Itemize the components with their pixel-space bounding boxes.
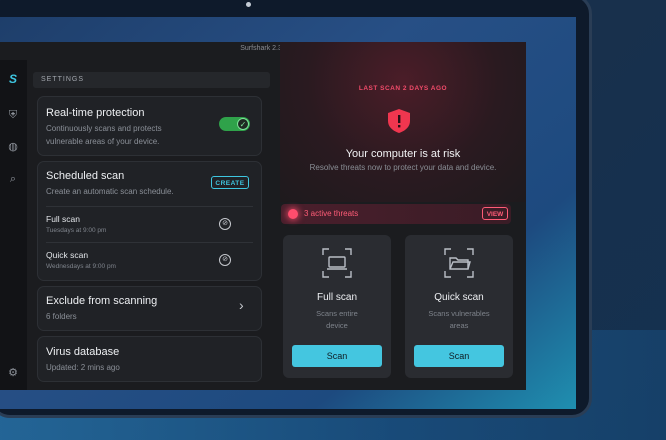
chevron-right-icon: › (239, 297, 244, 313)
risk-status-panel: LAST SCAN 2 DAYS AGO Your computer is at… (280, 42, 526, 202)
realtime-protection-card: Real-time protection Continuously scans … (37, 96, 262, 156)
scheduled-title: Scheduled scan (46, 170, 125, 182)
threat-indicator-icon (288, 209, 298, 219)
database-title: Virus database (46, 346, 120, 358)
camera-dot (246, 2, 251, 7)
edit-full-scan-icon[interactable]: ⊘ (219, 218, 231, 230)
view-threats-button[interactable]: VIEW (482, 207, 508, 220)
quick-scan-card: Quick scan Scans vulnerables areas Scan (405, 235, 513, 378)
full-scan-desc-line2: device (326, 321, 348, 330)
antivirus-nav-icon[interactable]: ◍ (6, 140, 20, 154)
settings-gear-icon[interactable]: ⚙ (6, 366, 20, 380)
risk-subtitle: Resolve threats now to protect your data… (309, 163, 497, 172)
full-scan-title: Full scan (316, 292, 357, 303)
laptop-scan-icon (322, 248, 352, 278)
active-threats-label: 3 active threats (304, 209, 359, 218)
realtime-toggle[interactable]: ✓ (219, 117, 250, 131)
active-threats-bar: 3 active threats VIEW (281, 204, 511, 224)
settings-header: SETTINGS (33, 72, 270, 88)
realtime-title: Real-time protection (46, 107, 145, 119)
edit-quick-scan-icon[interactable]: ⊘ (219, 254, 231, 266)
database-desc: Updated: 2 mins ago (46, 363, 120, 372)
quick-scan-button[interactable]: Scan (414, 345, 504, 367)
folder-scan-icon (444, 248, 474, 278)
side-rail: S ⛨ ◍ ⌕ ⚙ (0, 60, 27, 390)
full-scan-desc-line1: Scans entire (316, 309, 358, 318)
check-icon: ✓ (237, 118, 249, 130)
full-scan-schedule-time: Tuesdays at 9:00 pm (46, 227, 107, 234)
full-scan-button[interactable]: Scan (292, 345, 382, 367)
quick-scan-desc-line1: Scans vulnerables (428, 309, 490, 318)
surfshark-logo-icon[interactable]: S (6, 72, 20, 86)
divider (46, 206, 253, 207)
create-schedule-button[interactable]: CREATE (211, 176, 249, 189)
full-scan-card: Full scan Scans entire device Scan (283, 235, 391, 378)
shield-alert-icon (388, 109, 410, 133)
scheduled-scan-card: Scheduled scan Create an automatic scan … (37, 161, 262, 281)
shield-nav-icon[interactable]: ⛨ (6, 108, 20, 122)
settings-header-label: SETTINGS (41, 76, 85, 83)
exclude-desc: 6 folders (46, 312, 77, 321)
quick-scan-schedule-name: Quick scan (46, 250, 89, 260)
quick-scan-title: Quick scan (434, 292, 484, 303)
quick-scan-schedule-time: Wednesdays at 9:00 pm (46, 263, 116, 270)
realtime-desc-line2: vulnerable areas of your device. (46, 137, 160, 146)
full-scan-schedule-name: Full scan (46, 214, 81, 224)
quick-scan-desc-line2: areas (449, 321, 469, 330)
scheduled-desc: Create an automatic scan schedule. (46, 187, 174, 196)
exclude-title: Exclude from scanning (46, 295, 158, 307)
search-nav-icon[interactable]: ⌕ (6, 172, 20, 186)
realtime-desc-line1: Continuously scans and protects (46, 124, 162, 133)
virus-database-card: Virus database Updated: 2 mins ago (37, 336, 262, 382)
divider (46, 242, 253, 243)
last-scan-label: LAST SCAN 2 DAYS AGO (358, 85, 448, 92)
exclude-scanning-card[interactable]: Exclude from scanning 6 folders › (37, 286, 262, 331)
risk-title: Your computer is at risk (345, 148, 461, 160)
